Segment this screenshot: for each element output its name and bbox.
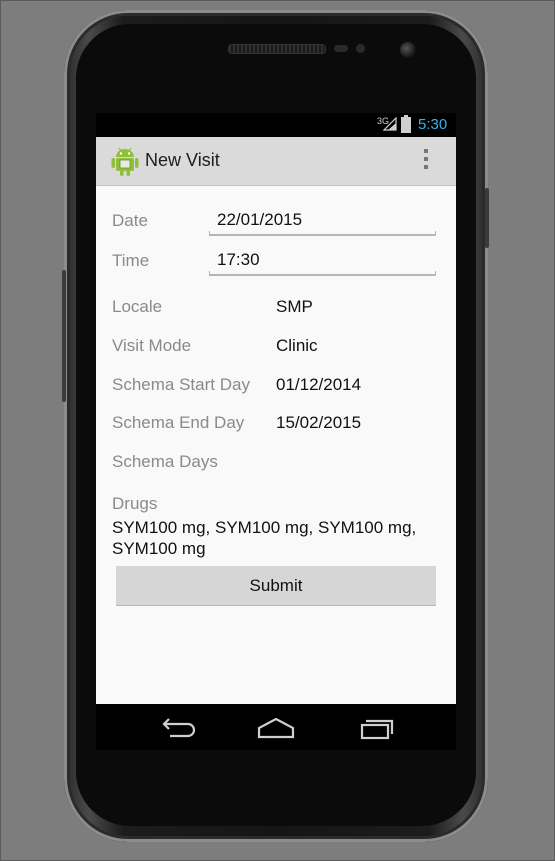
date-field[interactable]: 22/01/2015 — [209, 210, 436, 236]
visit-form: Date 22/01/2015 Time 17:30 Locale SMP Vi… — [96, 186, 456, 704]
front-camera — [400, 42, 416, 58]
locale-value: SMP — [276, 297, 313, 316]
visit-mode-value: Clinic — [276, 336, 318, 355]
schema-start-value: 01/12/2014 — [276, 375, 362, 394]
date-field-underline — [209, 231, 436, 236]
page-title: New Visit — [145, 150, 220, 170]
screen: 3G 5:30 New Visit Date 22/01/2015 Time 1… — [96, 113, 456, 750]
battery-icon — [401, 115, 411, 133]
drugs-value: SYM100 mg, SYM100 mg, SYM100 mg, SYM100 … — [112, 518, 417, 558]
date-value: 22/01/2015 — [217, 210, 303, 229]
power-button — [485, 188, 489, 248]
time-field[interactable]: 17:30 — [209, 250, 436, 276]
proximity-sensor — [334, 45, 348, 52]
schema-end-value: 15/02/2015 — [276, 413, 362, 432]
android-icon[interactable] — [110, 145, 140, 177]
visit-mode-label: Visit Mode — [112, 336, 192, 355]
submit-button[interactable]: Submit — [116, 566, 436, 606]
signal-icon — [383, 117, 397, 131]
light-sensor — [356, 44, 365, 53]
schema-days-label: Schema Days — [112, 452, 218, 471]
action-bar: New Visit — [96, 137, 456, 186]
time-label: Time — [112, 251, 150, 270]
schema-start-label: Schema Start Day — [112, 375, 250, 394]
drugs-label: Drugs — [112, 494, 158, 513]
date-label: Date — [112, 211, 148, 230]
time-field-underline — [209, 271, 436, 276]
home-icon[interactable] — [254, 715, 298, 741]
status-clock: 5:30 — [418, 116, 448, 133]
volume-button — [62, 270, 66, 402]
time-value: 17:30 — [217, 250, 260, 269]
back-icon[interactable] — [156, 715, 200, 741]
earpiece-speaker — [228, 44, 326, 54]
schema-end-label: Schema End Day — [112, 413, 245, 432]
recent-apps-icon[interactable] — [354, 715, 398, 741]
overflow-menu-icon[interactable] — [423, 149, 429, 173]
status-bar: 3G 5:30 — [96, 113, 456, 137]
navigation-bar — [96, 704, 456, 750]
locale-label: Locale — [112, 297, 163, 316]
